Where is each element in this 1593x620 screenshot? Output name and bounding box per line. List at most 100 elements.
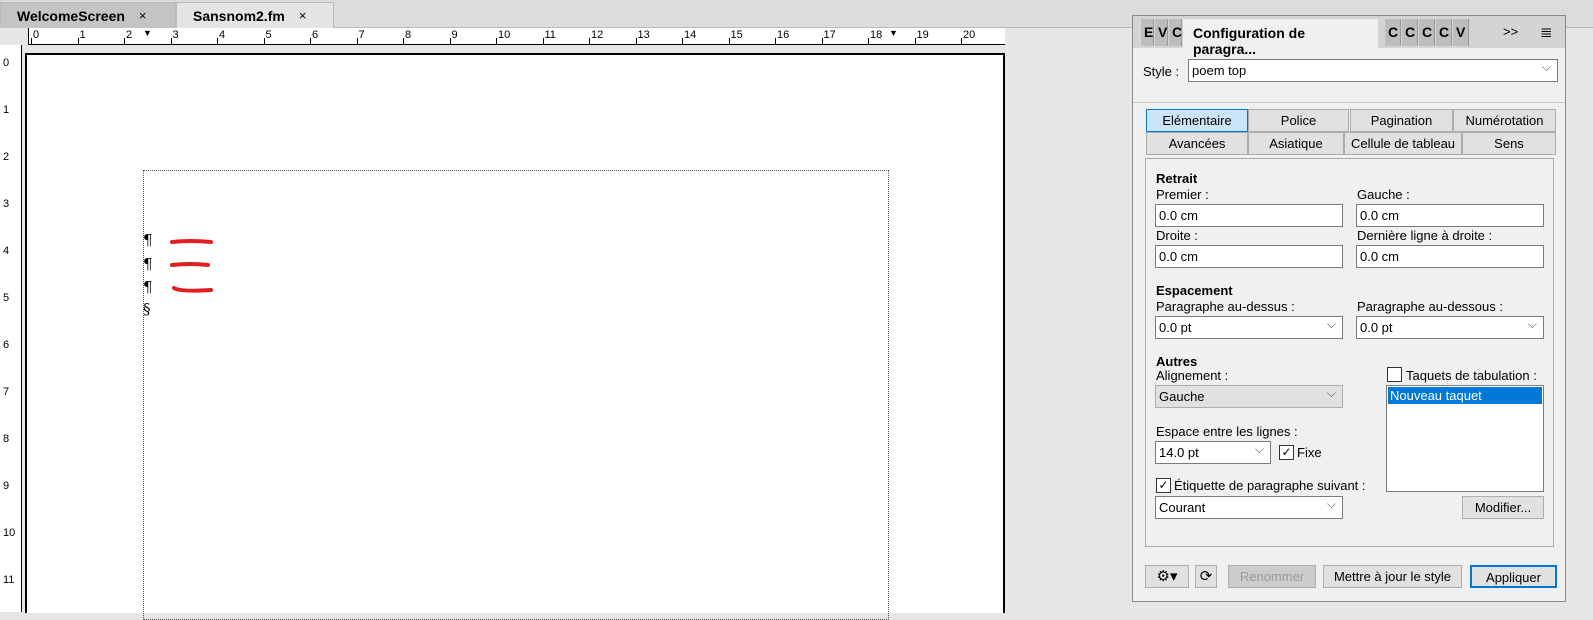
gauche-label: Gauche :: [1357, 187, 1410, 202]
suivant-label: Étiquette de paragraphe suivant :: [1174, 478, 1366, 493]
alignement-select[interactable]: Gauche: [1155, 385, 1343, 408]
overflow-tabs-button[interactable]: >>: [1503, 24, 1518, 39]
ruler-tick: [775, 38, 776, 44]
tab-label: Sansnom2.fm: [193, 7, 285, 24]
ruler-tick-label: 0: [33, 29, 40, 41]
collapsed-panel-tab[interactable]: C: [1169, 19, 1182, 46]
ruler-tick: [170, 38, 172, 44]
ruler-tick: [542, 38, 544, 44]
derniere-ligne-input[interactable]: 0.0 cm: [1356, 245, 1544, 268]
ruler-tick-label: 18: [870, 29, 883, 41]
ruler-tick: [728, 38, 730, 44]
ruler-tick: [914, 38, 916, 44]
ruler-tick: [961, 38, 962, 44]
ruler-tick-label: 10: [3, 527, 16, 539]
ruler-tick: [449, 38, 451, 44]
ruler-tick: [77, 38, 79, 44]
ruler-tick-label: 6: [312, 29, 319, 41]
ruler-tick-label: 17: [823, 29, 836, 41]
tab-row1[interactable]: Numérotation: [1453, 109, 1556, 132]
premier-label: Premier :: [1156, 187, 1209, 202]
fixe-checkbox[interactable]: ✓: [1279, 445, 1294, 460]
collapsed-panel-tab[interactable]: E: [1141, 19, 1154, 46]
suivant-select[interactable]: Courant: [1155, 496, 1343, 519]
ruler-tick-label: 1: [3, 104, 10, 116]
tab-row1[interactable]: Elémentaire: [1146, 109, 1248, 132]
collapsed-panel-tab[interactable]: C: [1436, 19, 1452, 46]
collapsed-panel-tab[interactable]: V: [1155, 19, 1168, 46]
refresh-icon[interactable]: ⟳: [1195, 565, 1217, 588]
ruler-tick: [263, 38, 265, 44]
modifier-button[interactable]: Modifier...: [1462, 496, 1544, 519]
rename-button[interactable]: Renommer: [1228, 565, 1316, 588]
dessous-select[interactable]: 0.0 pt: [1356, 316, 1544, 339]
ruler-tick-label: 7: [3, 386, 10, 398]
paragraph-mark: ¶: [143, 278, 153, 296]
gauche-input[interactable]: 0.0 cm: [1356, 204, 1544, 227]
ruler-tick-label: 2: [126, 29, 133, 41]
ruler-tick-label: 14: [684, 29, 697, 41]
tab-welcomescreen[interactable]: WelcomeScreen ×: [0, 2, 176, 28]
ruler-tick: [356, 38, 358, 44]
ruler-tick: [31, 38, 32, 44]
style-select[interactable]: poem top: [1188, 59, 1558, 82]
panel-menu-icon[interactable]: ≣: [1540, 23, 1553, 41]
ruler-tick-label: 6: [3, 339, 10, 351]
taquets-list-item[interactable]: Nouveau taquet: [1388, 387, 1542, 404]
ruler-tick-label: 7: [358, 29, 365, 41]
ruler-tick-label: 11: [544, 29, 556, 41]
ruler-tick-label: 8: [3, 433, 10, 445]
ruler-tick: [635, 38, 637, 44]
ruler-tick-label: 5: [3, 292, 10, 304]
taquets-list[interactable]: Nouveau taquet: [1386, 385, 1544, 492]
dessous-label: Paragraphe au-dessous :: [1357, 299, 1503, 314]
ruler-tick-label: 19: [916, 29, 929, 41]
tab-row1[interactable]: Police: [1248, 109, 1349, 132]
collapsed-panel-tab[interactable]: C: [1385, 19, 1401, 46]
vertical-ruler[interactable]: 0 1 2 3 4 5 6 7 8 9 10 11: [0, 45, 22, 612]
close-icon[interactable]: ×: [299, 8, 307, 23]
ruler-tick: [124, 38, 125, 44]
close-icon[interactable]: ×: [139, 8, 147, 23]
ruler-tick-label: 9: [451, 29, 458, 41]
collapsed-panel-tab[interactable]: C: [1419, 19, 1435, 46]
indent-marker-icon[interactable]: ▼: [889, 28, 898, 38]
paragraph-mark: ¶: [143, 231, 153, 249]
settings-gear-icon[interactable]: ⚙▾: [1145, 565, 1189, 588]
text-frame[interactable]: [143, 170, 889, 620]
retrait-heading: Retrait: [1156, 171, 1198, 186]
premier-input[interactable]: 0.0 cm: [1155, 204, 1343, 227]
droite-label: Droite :: [1156, 228, 1198, 243]
paragraph-designer-panel: EVCCCCCV Configuration de paragra... >> …: [1132, 15, 1566, 602]
ruler-tick-label: 2: [3, 151, 10, 163]
ruler-tick: [821, 38, 823, 44]
tab-label: WelcomeScreen: [17, 7, 125, 24]
ruler-tick: [217, 38, 218, 44]
tab-sansnom2[interactable]: Sansnom2.fm ×: [176, 2, 334, 28]
tab-row2[interactable]: Cellule de tableau: [1344, 132, 1462, 155]
tab-row2[interactable]: Sens: [1462, 132, 1556, 155]
ruler-tick-label: 4: [3, 245, 10, 257]
ruler-tick-label: 5: [265, 29, 272, 41]
ruler-tick-label: 0: [3, 57, 10, 69]
autres-heading: Autres: [1156, 354, 1198, 369]
collapsed-panel-tab[interactable]: V: [1453, 19, 1469, 46]
tab-row2[interactable]: Asiatique: [1248, 132, 1344, 155]
suivant-checkbox[interactable]: ✓: [1156, 478, 1171, 493]
tab-row2[interactable]: Avancées: [1146, 132, 1248, 155]
interligne-label: Espace entre les lignes :: [1156, 424, 1298, 439]
horizontal-ruler[interactable]: 0 1 2 3 4 5 6 7 8 9 10 11 12 13 14 15 16 17 18 19 20 ▼ ▼: [28, 28, 1005, 45]
taquets-checkbox[interactable]: [1387, 367, 1402, 382]
interligne-select[interactable]: 14.0 pt: [1155, 441, 1271, 464]
collapsed-panel-tab[interactable]: C: [1402, 19, 1418, 46]
ruler-tick: [589, 38, 590, 44]
indent-marker-icon[interactable]: ▼: [143, 28, 152, 38]
end-of-flow-mark: §: [143, 300, 151, 318]
tab-row1[interactable]: Pagination: [1350, 109, 1453, 132]
ruler-tick: [496, 38, 497, 44]
update-style-button[interactable]: Mettre à jour le style: [1323, 565, 1462, 588]
dessus-select[interactable]: 0.0 pt: [1155, 316, 1343, 339]
tab-paragraph-designer[interactable]: Configuration de paragra...: [1183, 19, 1378, 57]
apply-button[interactable]: Appliquer: [1470, 565, 1557, 588]
droite-input[interactable]: 0.0 cm: [1155, 245, 1343, 268]
